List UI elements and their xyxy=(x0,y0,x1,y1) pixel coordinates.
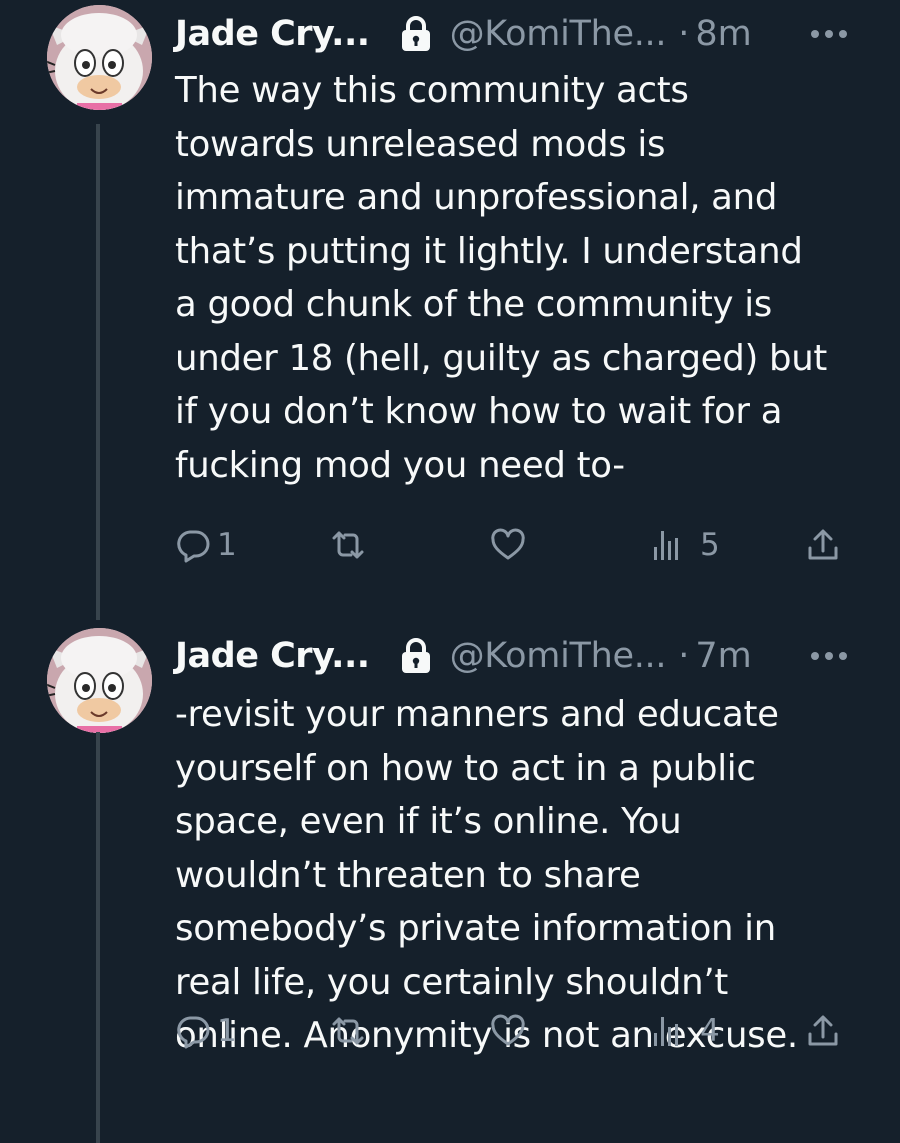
heart-icon xyxy=(490,1013,526,1049)
handle[interactable]: @KomiThe... xyxy=(450,10,667,58)
handle[interactable]: @KomiThe... xyxy=(450,632,667,680)
views-icon xyxy=(650,1013,686,1049)
retweet-icon xyxy=(330,1013,366,1049)
lock-icon xyxy=(400,637,432,675)
retweet-button[interactable] xyxy=(330,1006,372,1056)
retweet-icon xyxy=(330,527,366,563)
tweet[interactable]: Jade Cry... @KomiThe... · 7m -revisit yo… xyxy=(0,620,900,1143)
thread-line xyxy=(96,732,100,1143)
like-button[interactable] xyxy=(490,1006,532,1056)
views-count: 4 xyxy=(700,1013,720,1049)
reply-button[interactable]: 1 xyxy=(175,1006,237,1056)
share-icon xyxy=(805,1013,841,1049)
tweet-text: The way this community acts towards unre… xyxy=(175,70,828,486)
avatar[interactable] xyxy=(47,628,152,733)
timestamp[interactable]: 8m xyxy=(695,10,751,58)
more-icon[interactable] xyxy=(807,16,851,52)
tweet-header: Jade Cry... @KomiThe... · 7m xyxy=(175,632,875,680)
reply-button[interactable]: 1 xyxy=(175,520,237,570)
reply-icon xyxy=(175,1013,211,1049)
action-bar: 1 xyxy=(175,1006,875,1056)
share-button[interactable] xyxy=(805,520,841,570)
lock-icon xyxy=(400,15,432,53)
views-button[interactable]: 4 xyxy=(650,1006,720,1056)
separator-dot: · xyxy=(678,14,690,54)
share-icon xyxy=(805,527,841,563)
avatar-image xyxy=(47,628,152,733)
more-icon[interactable] xyxy=(807,638,851,674)
tweet[interactable]: Jade Cry... @KomiThe... · 8m The way thi… xyxy=(0,0,900,620)
avatar-image xyxy=(47,5,152,110)
display-name[interactable]: Jade Cry... xyxy=(175,10,370,58)
separator-dot: · xyxy=(678,636,690,676)
views-button[interactable]: 5 xyxy=(650,520,720,570)
tweet-header: Jade Cry... @KomiThe... · 8m xyxy=(175,10,875,58)
like-button[interactable] xyxy=(490,520,532,570)
display-name[interactable]: Jade Cry... xyxy=(175,632,370,680)
heart-icon xyxy=(490,527,526,563)
views-icon xyxy=(650,527,686,563)
thread-line xyxy=(96,124,100,620)
share-button[interactable] xyxy=(805,1006,841,1056)
reply-icon xyxy=(175,527,211,563)
avatar[interactable] xyxy=(47,5,152,110)
views-count: 5 xyxy=(700,527,720,563)
action-bar: 1 xyxy=(175,520,875,570)
timestamp[interactable]: 7m xyxy=(695,632,751,680)
retweet-button[interactable] xyxy=(330,520,372,570)
reply-count: 1 xyxy=(217,1013,237,1049)
reply-count: 1 xyxy=(217,527,237,563)
